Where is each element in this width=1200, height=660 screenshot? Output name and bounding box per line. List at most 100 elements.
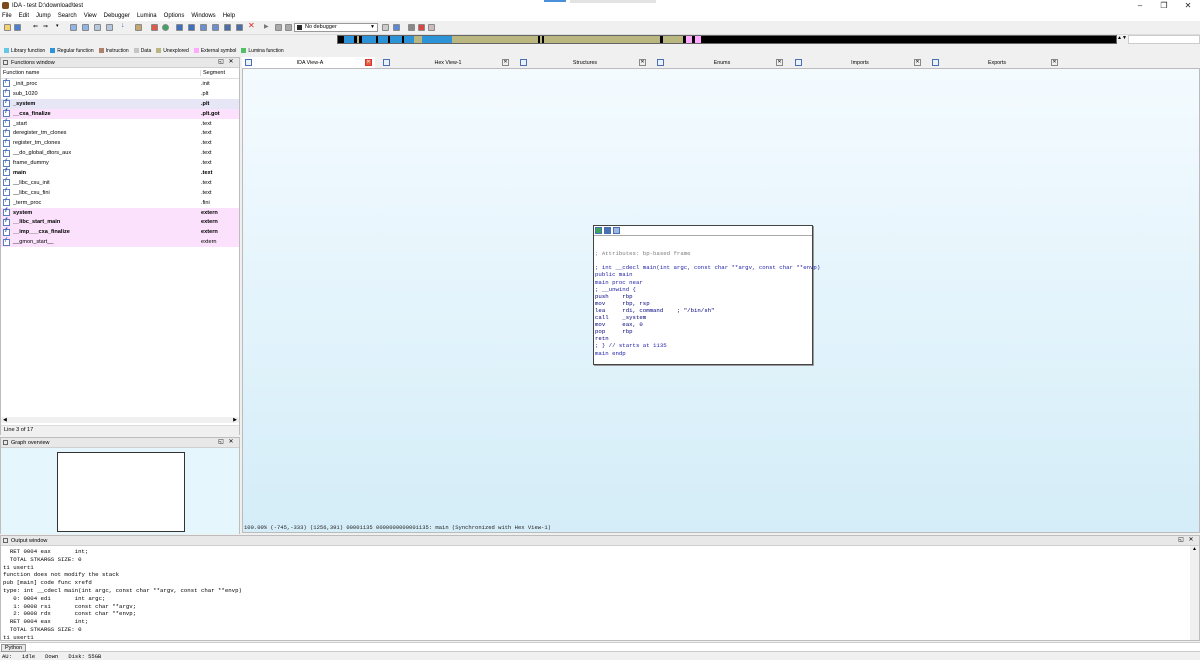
plus-function-icon[interactable]	[135, 24, 142, 31]
menu-options[interactable]: Options	[164, 13, 185, 19]
forward-arrow-icon[interactable]: ⇒	[43, 23, 50, 30]
code-line[interactable]: ; __unwind {	[594, 286, 812, 293]
node-graph-icon[interactable]	[604, 227, 611, 234]
node-color-icon[interactable]	[595, 227, 602, 234]
menu-jump[interactable]: Jump	[36, 13, 51, 19]
navigation-band-scroll[interactable]: ▲▼	[1117, 35, 1127, 44]
column-header-function-name[interactable]: Function name	[1, 70, 201, 76]
float-icon[interactable]: ◱	[216, 58, 226, 65]
close-icon[interactable]: ✕	[1186, 536, 1196, 543]
play-icon[interactable]: ▶	[264, 23, 271, 30]
debugger-select[interactable]: No debugger ▼	[294, 23, 378, 32]
vertical-scrollbar[interactable]: ▲	[1190, 546, 1199, 640]
menu-windows[interactable]: Windows	[191, 13, 215, 19]
function-row[interactable]: register_tm_clones .text	[1, 138, 239, 148]
breakpoint-icon[interactable]	[382, 24, 389, 31]
code-line[interactable]: mov rbp, rsp	[594, 300, 812, 307]
close-tab-icon[interactable]: ✕	[1051, 59, 1058, 66]
search-binary-icon[interactable]	[106, 24, 113, 31]
graph-node-main[interactable]: ; Attributes: bp-based frame ; int __cdec…	[593, 225, 820, 365]
graph-view-icon[interactable]	[151, 24, 158, 31]
minimize-button[interactable]: –	[1128, 0, 1152, 11]
close-icon[interactable]: ✕	[226, 58, 236, 65]
scroll-left-icon[interactable]: ◀	[3, 417, 7, 423]
back-arrow-icon[interactable]: ⇐	[33, 23, 40, 30]
code-line[interactable]: public main	[594, 271, 812, 278]
chart-icon[interactable]	[176, 24, 183, 31]
tab-structures[interactable]: Structures ✕	[517, 57, 650, 68]
column-header-segment[interactable]: Segment	[201, 70, 225, 76]
code-line[interactable]: ; int __cdecl main(int argc, const char …	[594, 264, 820, 271]
tab-ida-view-a[interactable]: IDA View-A ✕	[242, 57, 375, 68]
xrefs-icon[interactable]	[200, 24, 207, 31]
code-line[interactable]	[594, 236, 812, 243]
step-icon[interactable]	[393, 24, 400, 31]
function-row[interactable]: _init_proc .init	[1, 79, 239, 89]
plugin-icon[interactable]	[212, 24, 219, 31]
code-line[interactable]: lea rdi, command ; "/bin/sh"	[594, 307, 812, 314]
flowchart-icon[interactable]	[188, 24, 195, 31]
menu-file[interactable]: File	[2, 13, 12, 19]
search-text-icon[interactable]	[94, 24, 101, 31]
navigation-band[interactable]	[337, 35, 1117, 44]
tab-imports[interactable]: Imports ✕	[792, 57, 925, 68]
node-group-icon[interactable]	[613, 227, 620, 234]
function-row[interactable]: _system .plt	[1, 98, 239, 109]
cross-icon[interactable]: ✕	[248, 21, 255, 30]
close-icon[interactable]: ✕	[226, 438, 236, 445]
code-line[interactable]: retn	[594, 335, 812, 342]
trace-icon[interactable]	[408, 24, 415, 31]
function-row[interactable]: frame_dummy .text	[1, 158, 239, 168]
code-line[interactable]: ; } // starts at 1135	[594, 342, 812, 349]
graph-overview-canvas[interactable]	[1, 448, 239, 534]
function-row[interactable]: __libc_csu_init .text	[1, 178, 239, 188]
output-log[interactable]: RET 0004 eax int; TOTAL STKARGS SIZE: 0t…	[3, 548, 1189, 641]
function-row[interactable]: sub_1020 .plt	[1, 89, 239, 99]
save-icon[interactable]	[14, 24, 21, 31]
nav-dropdown-icon[interactable]: ▾	[56, 23, 63, 30]
enums-icon[interactable]	[236, 24, 243, 31]
stop-icon[interactable]	[285, 24, 292, 31]
tracing-options-icon[interactable]	[428, 24, 435, 31]
function-row[interactable]: deregister_tm_clones .text	[1, 128, 239, 138]
graph-overview-viewport[interactable]	[57, 452, 185, 532]
function-row[interactable]: system extern	[1, 207, 239, 218]
download-icon[interactable]: ↓	[121, 22, 128, 29]
function-row[interactable]: __imp___cxa_finalize extern	[1, 227, 239, 238]
function-row[interactable]: __libc_start_main extern	[1, 217, 239, 228]
close-tab-icon[interactable]: ✕	[639, 59, 646, 66]
code-line[interactable]: main endp	[594, 350, 812, 357]
menu-view[interactable]: View	[84, 13, 97, 19]
float-icon[interactable]: ◱	[1176, 536, 1186, 543]
scroll-right-icon[interactable]: ▶	[233, 417, 237, 423]
python-button[interactable]: Python	[1, 644, 27, 652]
function-row[interactable]: _term_proc .fini	[1, 198, 239, 208]
green-circle-icon[interactable]	[162, 24, 169, 31]
code-line[interactable]	[594, 243, 812, 250]
ida-view-graph[interactable]: ; Attributes: bp-based frame ; int __cdec…	[242, 68, 1200, 533]
code-line[interactable]: main proc near	[594, 279, 812, 286]
disassembly-code[interactable]: ; Attributes: bp-based frame ; int __cdec…	[594, 236, 820, 357]
function-row[interactable]: __cxa_finalize .plt.got	[1, 108, 239, 119]
function-row[interactable]: main .text	[1, 168, 239, 178]
paste-icon[interactable]	[82, 24, 89, 31]
tab-hex-view-1[interactable]: Hex View-1 ✕	[380, 57, 513, 68]
function-row[interactable]: __libc_csu_fini .text	[1, 188, 239, 198]
function-row[interactable]: __do_global_dtors_aux .text	[1, 148, 239, 158]
menu-debugger[interactable]: Debugger	[104, 13, 130, 19]
tab-enums[interactable]: Enums ✕	[654, 57, 787, 68]
close-tab-icon[interactable]: ✕	[502, 59, 509, 66]
restore-button[interactable]: ❐	[1152, 0, 1176, 11]
open-file-icon[interactable]	[4, 24, 11, 31]
function-row[interactable]: __gmon_start__ extern	[1, 237, 239, 248]
menu-help[interactable]: Help	[223, 13, 235, 19]
close-window-button[interactable]: ✕	[1176, 0, 1200, 11]
copy-icon[interactable]	[70, 24, 77, 31]
menu-search[interactable]: Search	[58, 13, 77, 19]
structures-icon[interactable]	[224, 24, 231, 31]
flag-icon[interactable]	[418, 24, 425, 31]
menu-lumina[interactable]: Lumina	[137, 13, 157, 19]
tab-exports[interactable]: Exports ✕	[929, 57, 1062, 68]
pause-icon[interactable]	[275, 24, 282, 31]
close-tab-icon[interactable]: ✕	[914, 59, 921, 66]
